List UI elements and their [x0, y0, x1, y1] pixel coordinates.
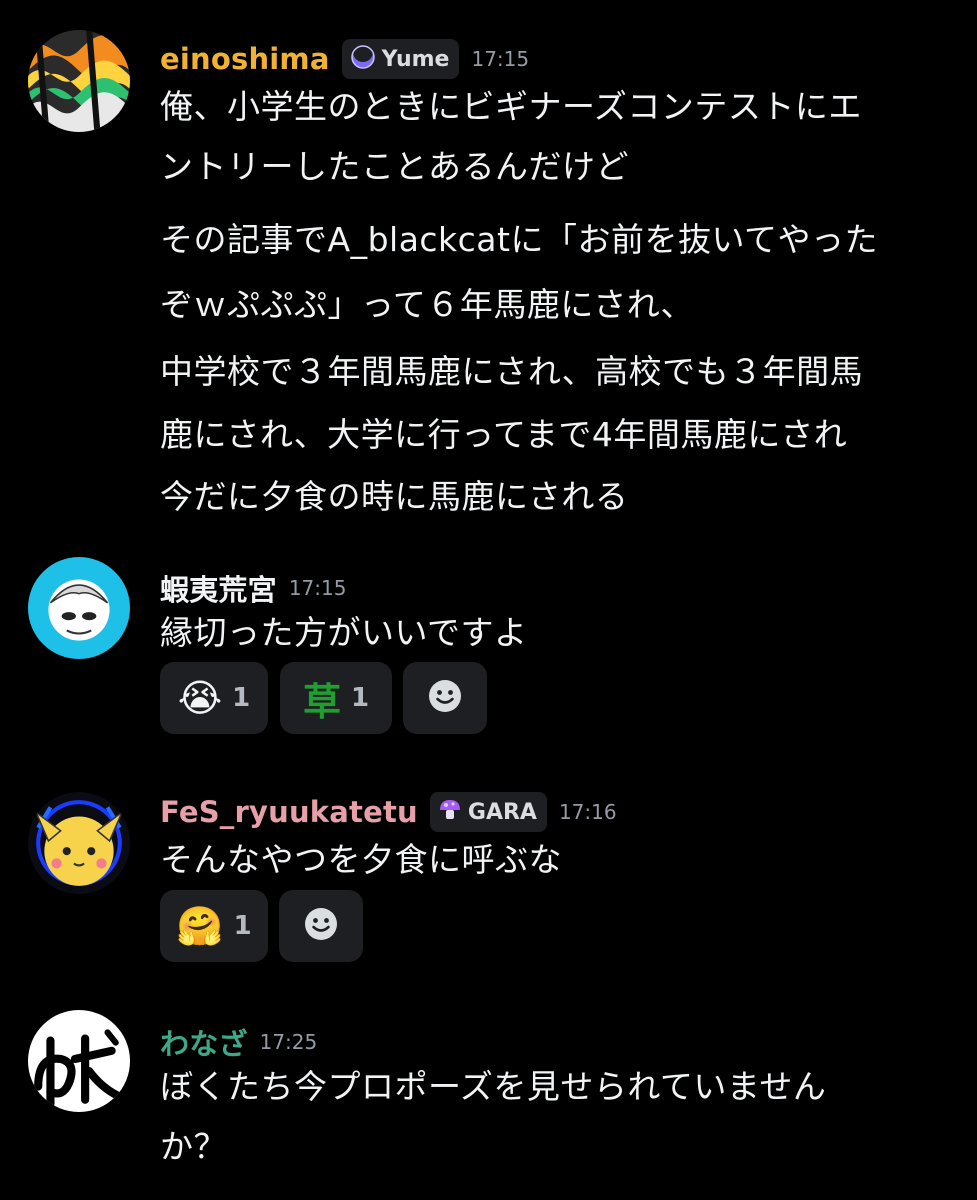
message-line: ぞｗぷぷぷ」って６年馬鹿にされ、 — [160, 285, 695, 324]
message-line: 今だに夕食の時に馬鹿にされる — [160, 477, 629, 516]
avatar-einoshima[interactable] — [28, 30, 130, 132]
kusa-emoji-icon: 草 — [302, 679, 341, 724]
server-tag[interactable]: GARA — [429, 792, 547, 832]
server-tag[interactable]: Yume — [341, 39, 460, 79]
message-line: その記事でA_blackcatに「お前を抜いてやった — [160, 220, 878, 259]
smiley-add-reaction-icon — [303, 906, 339, 946]
reaction-count: 1 — [350, 683, 370, 713]
message-line: 俺、小学生のときにビギナーズコンテストにエ — [160, 87, 862, 126]
avatar-ezo[interactable] — [28, 557, 130, 659]
username[interactable]: 蝦夷荒宮 — [160, 567, 277, 609]
message-line: ントリーしたことあるんだけど — [160, 147, 629, 186]
timestamp: 17:15 — [471, 47, 530, 71]
reaction-hugging[interactable]: 🤗 1 — [160, 890, 268, 962]
message-line: 鹿にされ、大学に行ってまで4年間馬鹿にされ — [160, 415, 848, 454]
username[interactable]: FeS_ryuukatetu — [160, 795, 418, 829]
reaction-kusa[interactable]: 草 1 — [280, 662, 392, 734]
moon-icon — [350, 42, 376, 74]
server-tag-label: Yume — [381, 46, 450, 72]
mushroom-icon — [438, 798, 462, 826]
message-header: einoshima Yume 17:15 — [160, 37, 529, 81]
message-header: 蝦夷荒宮 17:15 — [160, 566, 346, 610]
message-header: FeS_ryuukatetu GARA 17:16 — [160, 790, 617, 834]
message-line: ぼくたち今プロポーズを見せられていません — [160, 1067, 827, 1106]
reaction-count: 1 — [232, 683, 251, 713]
message-line: 縁切った方がいいですよ — [160, 613, 528, 652]
message-line: か？ — [160, 1127, 227, 1166]
message-line: 中学校で３年間馬鹿にされ、高校でも３年間馬 — [160, 352, 864, 391]
message-header: わなざ 17:25 — [160, 1020, 317, 1064]
username[interactable]: einoshima — [160, 42, 330, 76]
avatar-wanaza[interactable] — [28, 1010, 130, 1112]
avatar-fes[interactable] — [28, 792, 130, 894]
add-reaction-button[interactable] — [403, 662, 487, 734]
timestamp: 17:16 — [558, 800, 617, 824]
loudly-crying-face-icon: 😭 — [177, 676, 223, 720]
reaction-loudly-crying[interactable]: 😭 1 — [160, 662, 268, 734]
smiley-add-reaction-icon — [427, 678, 463, 718]
hugging-face-icon: 🤗 — [176, 904, 224, 948]
add-reaction-button[interactable] — [279, 890, 363, 962]
server-tag-label: GARA — [467, 799, 537, 825]
message-line: そんなやつを夕食に呼ぶな — [160, 840, 562, 879]
username[interactable]: わなざ — [160, 1021, 248, 1063]
timestamp: 17:15 — [288, 576, 347, 600]
reaction-count: 1 — [233, 911, 252, 941]
timestamp: 17:25 — [259, 1030, 318, 1054]
